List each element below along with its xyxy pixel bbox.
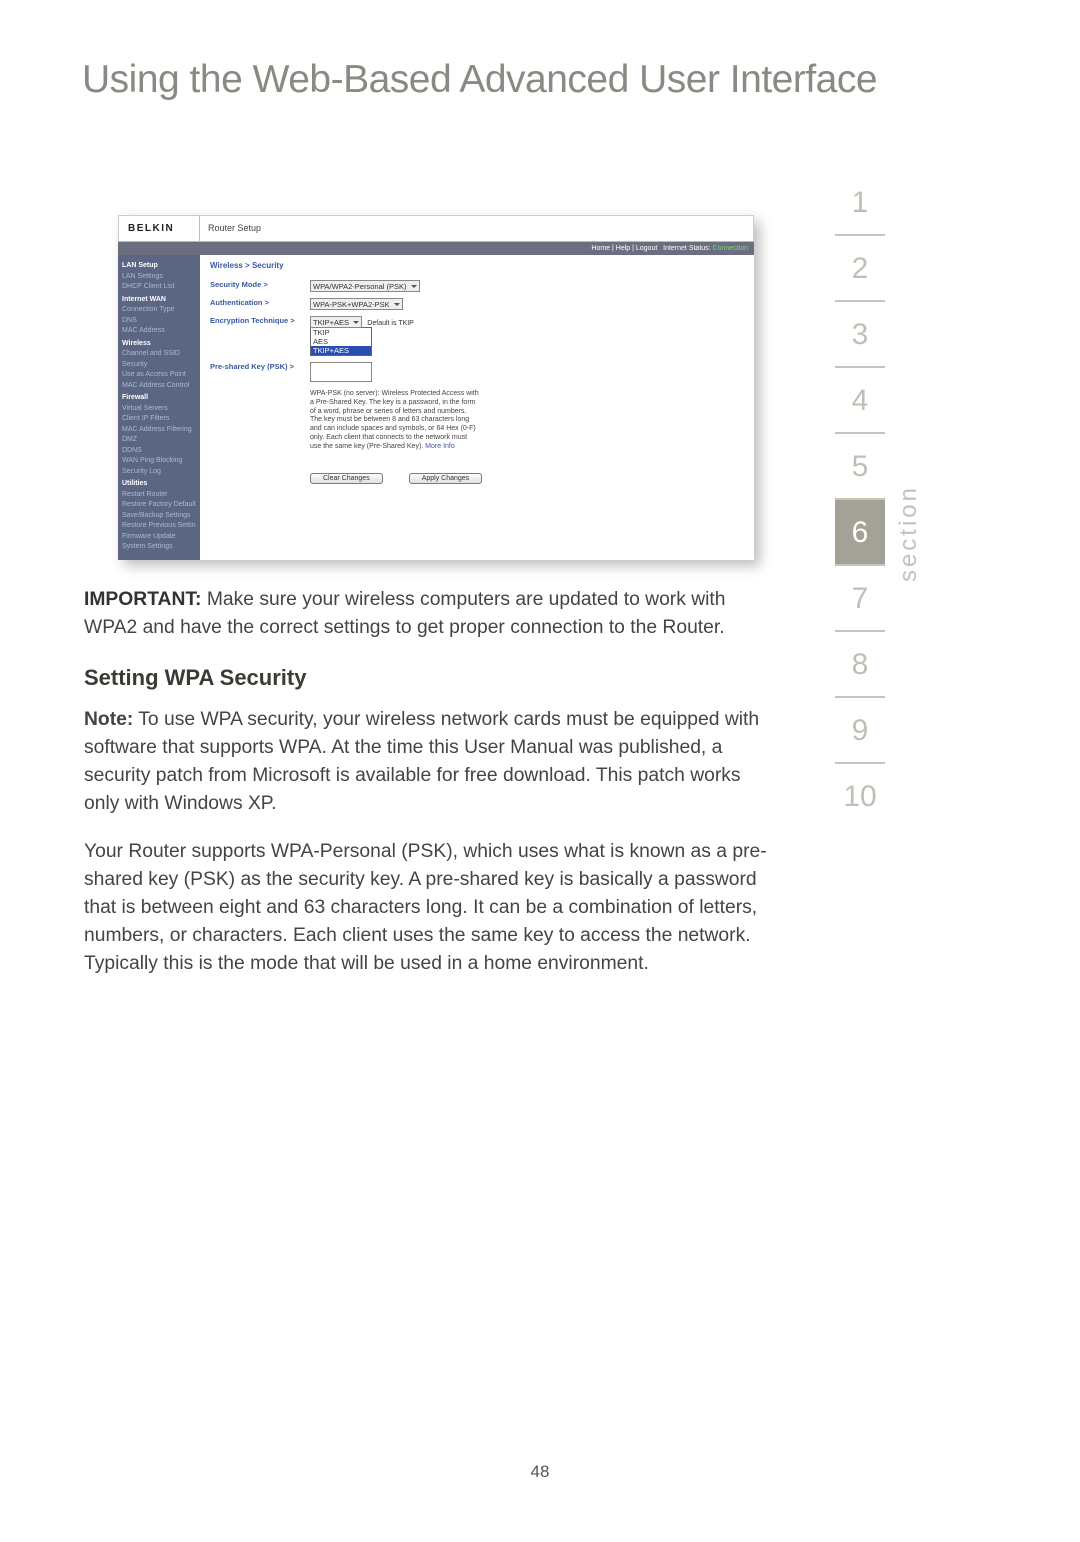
internet-status: Connection (713, 245, 748, 252)
encryption-option[interactable]: TKIP (311, 328, 371, 337)
authentication-select[interactable]: WPA-PSK+WPA2-PSK (310, 298, 403, 310)
router-header: BELKIN Router Setup (118, 215, 754, 242)
statusbar-label: Internet Status: (663, 245, 710, 252)
section-link-7[interactable]: 7 (835, 566, 885, 632)
encryption-label: Encryption Technique > (210, 316, 310, 356)
router-sidebar: LAN SetupLAN SettingsDHCP Client List Int… (118, 255, 200, 560)
note-text: To use WPA security, your wireless netwo… (84, 709, 759, 814)
encryption-current[interactable]: TKIP+AES (310, 316, 362, 328)
sidebar-item[interactable]: Save/Backup Settings (122, 511, 196, 522)
router-setup-label: Router Setup (200, 223, 261, 233)
sidebar-item[interactable]: Security Log (122, 467, 196, 478)
brand-logo: BELKIN (118, 215, 200, 241)
sidebar-item: LAN Setup (122, 261, 196, 272)
sidebar-item[interactable]: Connection Type (122, 305, 196, 316)
psk-label: Pre-shared Key (PSK) > (210, 362, 310, 382)
sidebar-item[interactable]: System Settings (122, 542, 196, 553)
sidebar-item[interactable]: Virtual Servers (122, 404, 196, 415)
section-label: section (895, 485, 923, 582)
sidebar-item[interactable]: Client IP Filters (122, 414, 196, 425)
wpa-heading: Setting WPA Security (84, 662, 768, 694)
status-bar: Home | Help | Logout Internet Status: Co… (118, 242, 754, 255)
apply-changes-button[interactable]: Apply Changes (409, 473, 482, 484)
sidebar-item[interactable]: Use as Access Point (122, 370, 196, 381)
row-security-mode: Security Mode > WPA/WPA2-Personal (PSK) (210, 280, 744, 292)
section-link-3[interactable]: 3 (835, 302, 885, 368)
encryption-select-open[interactable]: TKIP+AES Default is TKIP TKIPAESTKIP+AES (310, 316, 414, 356)
encryption-option[interactable]: TKIP+AES (311, 346, 371, 355)
sidebar-item: Firewall (122, 393, 196, 404)
sidebar-item[interactable]: Restore Previous Settings (122, 521, 196, 532)
row-authentication: Authentication > WPA-PSK+WPA2-PSK (210, 298, 744, 310)
section-link-2[interactable]: 2 (835, 236, 885, 302)
note-label: Note: (84, 709, 133, 730)
wpa-description: Your Router supports WPA-Personal (PSK),… (84, 838, 768, 978)
router-screenshot: BELKIN Router Setup Home | Help | Logout… (118, 215, 754, 560)
section-link-5[interactable]: 5 (835, 434, 885, 500)
router-main: Wireless > Security Security Mode > WPA/… (200, 255, 754, 560)
psk-help-text: WPA-PSK (no server): Wireless Protected … (310, 390, 480, 451)
sidebar-item[interactable]: DMZ (122, 435, 196, 446)
statusbar-links[interactable]: Home | Help | Logout (591, 245, 657, 252)
sidebar-item[interactable]: MAC Address Filtering (122, 425, 196, 436)
authentication-label: Authentication > (210, 298, 310, 310)
encryption-default-note: Default is TKIP (367, 320, 414, 327)
sidebar-item[interactable]: WAN Ping Blocking (122, 456, 196, 467)
sidebar-item[interactable]: LAN Settings (122, 272, 196, 283)
button-row: Clear Changes Apply Changes (310, 473, 744, 484)
section-link-6[interactable]: 6 (835, 500, 885, 566)
security-mode-label: Security Mode > (210, 280, 310, 292)
more-info-link[interactable]: More Info (425, 443, 455, 450)
sidebar-item[interactable]: DNS (122, 316, 196, 327)
sidebar-item[interactable]: DDNS (122, 446, 196, 457)
sidebar-item: Wireless (122, 339, 196, 350)
section-link-9[interactable]: 9 (835, 698, 885, 764)
sidebar-item[interactable]: Firmware Update (122, 532, 196, 543)
encryption-option-list[interactable]: TKIPAESTKIP+AES (310, 327, 372, 356)
sidebar-item[interactable]: Channel and SSID (122, 349, 196, 360)
sidebar-item[interactable]: MAC Address (122, 326, 196, 337)
sidebar-item[interactable]: Security (122, 360, 196, 371)
encryption-option[interactable]: AES (311, 337, 371, 346)
row-psk: Pre-shared Key (PSK) > (210, 362, 744, 382)
sidebar-item[interactable]: Restore Factory Defaults (122, 500, 196, 511)
sidebar-item[interactable]: Restart Router (122, 490, 196, 501)
sidebar-item: Utilities (122, 479, 196, 490)
important-label: IMPORTANT: (84, 589, 201, 610)
psk-help-body: WPA-PSK (no server): Wireless Protected … (310, 390, 479, 450)
page-title: Using the Web-Based Advanced User Interf… (82, 58, 877, 102)
sidebar-item[interactable]: DHCP Client List (122, 282, 196, 293)
body-text: IMPORTANT: Make sure your wireless compu… (84, 586, 768, 998)
security-mode-select[interactable]: WPA/WPA2-Personal (PSK) (310, 280, 420, 292)
sidebar-item: Internet WAN (122, 295, 196, 306)
section-link-8[interactable]: 8 (835, 632, 885, 698)
row-encryption: Encryption Technique > TKIP+AES Default … (210, 316, 744, 356)
sidebar-item[interactable]: MAC Address Control (122, 381, 196, 392)
important-note: IMPORTANT: Make sure your wireless compu… (84, 586, 768, 642)
breadcrumb: Wireless > Security (210, 261, 744, 270)
psk-input[interactable] (310, 362, 372, 382)
note-paragraph: Note: To use WPA security, your wireless… (84, 706, 768, 818)
section-nav: 12345678910 (835, 170, 885, 828)
clear-changes-button[interactable]: Clear Changes (310, 473, 383, 484)
page-number: 48 (0, 1462, 1080, 1482)
section-link-10[interactable]: 10 (835, 764, 885, 828)
section-link-4[interactable]: 4 (835, 368, 885, 434)
section-link-1[interactable]: 1 (835, 170, 885, 236)
